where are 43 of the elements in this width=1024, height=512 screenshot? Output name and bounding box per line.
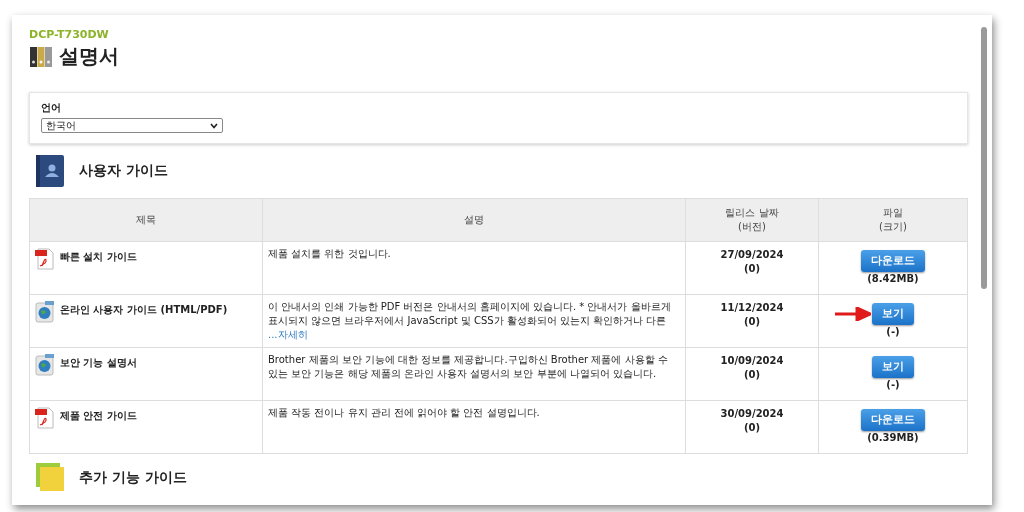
- file-size: (0.39MB): [866, 431, 920, 445]
- section-title: 추가 기능 가이드: [79, 468, 187, 487]
- pdf-file-icon: [35, 407, 55, 429]
- release-date: 10/09/2024: [719, 354, 785, 368]
- guide-description: Brother 제품의 보안 기능에 대한 정보를 제공합니다.구입하신 Brother 제품에 사용할 수 있는 보안 기능은 해당 제품의 온라인 사용자 설명서의 보안 부분에 나열되어 있습니다.: [268, 354, 668, 379]
- dropdown-chevron-icon: [210, 122, 218, 129]
- column-header: 파일 (크기): [818, 198, 968, 242]
- version-text: (0): [742, 421, 762, 435]
- release-date: 27/09/2024: [719, 248, 785, 262]
- guide-description: 제품 설치를 위한 것입니다.: [268, 248, 391, 259]
- file-size: (8.42MB): [866, 272, 920, 286]
- pointer-arrow-icon: [835, 307, 871, 321]
- model-name: DCP-T730DW: [29, 28, 110, 41]
- file-button[interactable]: 다운로드: [861, 250, 925, 272]
- release-date: 30/09/2024: [719, 407, 785, 421]
- guide-title[interactable]: 제품 안전 가이드: [60, 409, 137, 423]
- release-date: 11/12/2024: [719, 301, 785, 315]
- guide-description: 제품 작동 전이나 유지 관리 전에 읽어야 할 안전 설명입니다.: [268, 407, 540, 418]
- binders-icon: [29, 44, 53, 69]
- file-size: (-): [885, 378, 901, 392]
- version-text: (0): [742, 368, 762, 382]
- column-header: 릴리스 날짜 (버전): [685, 198, 819, 242]
- pdf-file-icon: [35, 248, 55, 270]
- globe-document-icon: [35, 354, 55, 376]
- column-header: 설명: [262, 198, 686, 242]
- guide-title[interactable]: 빠른 설치 가이드: [60, 250, 137, 264]
- file-size: (-): [885, 325, 901, 339]
- user-book-icon: [35, 154, 65, 188]
- page-title: 설명서: [59, 43, 119, 70]
- version-text: (0): [742, 315, 762, 329]
- column-header: 제목: [29, 198, 263, 242]
- guide-description: 이 안내서의 인쇄 가능한 PDF 버전은 안내서의 홈페이지에 있습니다. * 안내서가 올바르게 표시되지 않으면 브라우저에서 JavaScript 및 CSS가 활성화되어 있는지 확인하거나 다른: [268, 301, 671, 326]
- scrollbar-thumb[interactable]: [981, 27, 987, 289]
- globe-document-icon: [35, 301, 55, 323]
- file-button[interactable]: 다운로드: [861, 409, 925, 431]
- more-link[interactable]: ...자세히: [268, 329, 308, 340]
- language-select[interactable]: 한국어: [41, 118, 223, 133]
- guide-title[interactable]: 온라인 사용자 가이드 (HTML/PDF): [60, 303, 228, 317]
- sticky-notes-icon: [35, 462, 65, 492]
- version-text: (0): [742, 262, 762, 276]
- language-label: 언어: [41, 101, 62, 115]
- guide-title[interactable]: 보안 기능 설명서: [60, 356, 137, 370]
- section-title: 사용자 가이드: [79, 162, 168, 180]
